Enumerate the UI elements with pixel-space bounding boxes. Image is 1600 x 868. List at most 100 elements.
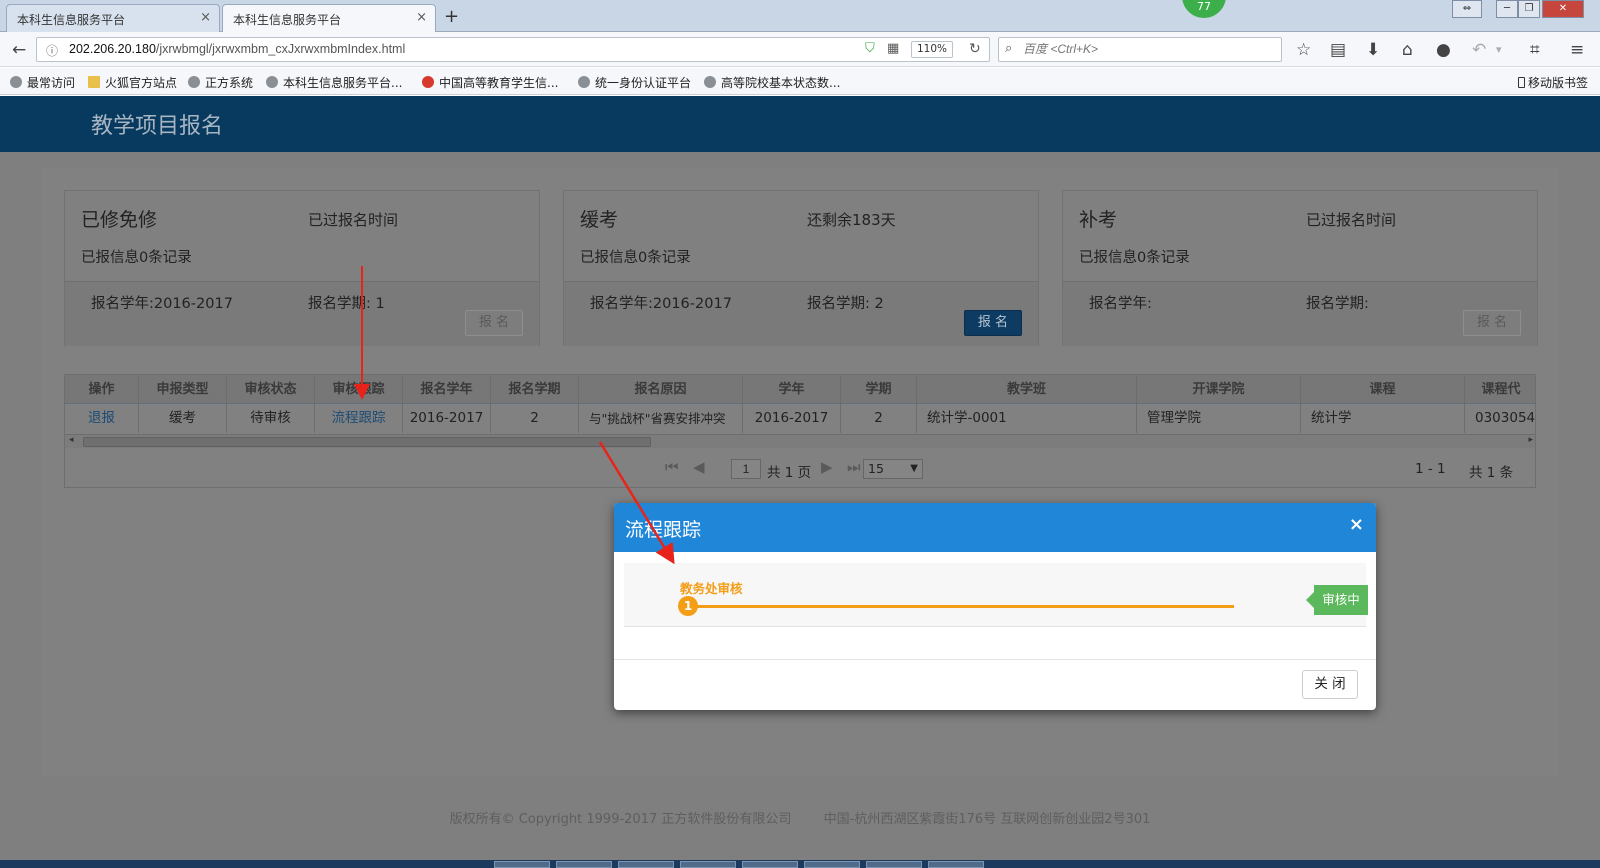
taskbar-item[interactable] [866, 861, 922, 868]
crop-icon[interactable]: ⌗ [1530, 40, 1540, 60]
search-box[interactable]: ⌕ [998, 37, 1282, 62]
new-tab-button[interactable]: + [444, 6, 459, 27]
maximize-window-icon[interactable]: ❐ [1518, 0, 1540, 18]
register-button[interactable]: 报 名 [465, 310, 523, 336]
chevron-down-icon[interactable]: ▾ [1496, 43, 1502, 56]
close-tab-icon[interactable]: × [200, 10, 211, 25]
reload-icon[interactable]: ↻ [969, 41, 981, 57]
globe-icon [188, 76, 200, 88]
zoom-level[interactable]: 110% [911, 41, 953, 58]
bookmark-mobile[interactable]: 移动版书签 [1518, 74, 1588, 91]
close-window-icon[interactable]: ✕ [1542, 0, 1584, 18]
card-footer: 报名学年:2016-2017 报名学期: 2 报 名 [564, 281, 1038, 346]
qr-code-icon[interactable]: ▦ [887, 41, 899, 56]
restore-browser-icon[interactable]: ⇔ [1452, 0, 1482, 18]
modal-title: 流程跟踪 [625, 519, 702, 541]
card-info: 已报信息0条记录 [81, 250, 192, 266]
bookmark-firefox-site[interactable]: 火狐官方站点 [88, 74, 177, 91]
card-exemption: 已修免修 已过报名时间 已报信息0条记录 报名学年:2016-2017 报名学期… [64, 190, 540, 346]
column-header[interactable]: 审核跟踪 [315, 375, 403, 404]
taskbar-item[interactable] [928, 861, 984, 868]
address-bar[interactable]: ⓘ 202.206.20.180/jxrwbmgl/jxrwxmbm_cxJxr… [36, 37, 990, 62]
page-number-input[interactable] [731, 459, 761, 479]
close-tab-icon[interactable]: × [416, 10, 427, 25]
register-button[interactable]: 报 名 [1463, 310, 1521, 336]
step-status-badge: 审核中 [1306, 585, 1368, 615]
withdraw-link[interactable]: 退报 [65, 404, 139, 433]
column-header[interactable]: 教学班 [917, 375, 1137, 404]
column-header[interactable]: 报名学年 [403, 375, 491, 404]
scrollbar-thumb[interactable] [83, 437, 651, 447]
search-input[interactable] [1023, 42, 1273, 56]
site-info-icon[interactable]: ⓘ [46, 42, 58, 59]
bookmark-college-status[interactable]: 高等院校基本状态数... [704, 74, 840, 91]
pagination: ⏮ ◀ 共 1 页 ▶ ⏭ 15 ▼ 1 - 1 共 1 条 [65, 453, 1535, 483]
last-page-icon[interactable]: ⏭ [847, 458, 861, 476]
page-size-value: 15 [868, 461, 884, 476]
tab-title: 本科生信息服务平台 [233, 13, 342, 27]
next-page-icon[interactable]: ▶ [821, 458, 833, 476]
chat-icon[interactable]: ● [1436, 40, 1451, 60]
column-header[interactable]: 审核状态 [227, 375, 315, 404]
first-page-icon[interactable]: ⏮ [665, 458, 679, 476]
chsi-icon [422, 76, 434, 88]
column-header[interactable]: 开课学院 [1137, 375, 1301, 404]
bookmark-undergrad-platform[interactable]: 本科生信息服务平台... [266, 74, 402, 91]
home-icon[interactable]: ⌂ [1402, 40, 1413, 60]
column-header[interactable]: 课程代 [1465, 375, 1535, 404]
table-cell: 统计学-0001 [917, 404, 1137, 433]
back-icon[interactable]: ← [12, 40, 26, 60]
reading-list-icon[interactable]: ▤ [1330, 40, 1346, 60]
bookmark-star-icon[interactable]: ☆ [1296, 40, 1311, 60]
column-header[interactable]: 报名学期 [491, 375, 579, 404]
page-size-select[interactable]: 15 ▼ [863, 459, 923, 479]
column-header[interactable]: 课程 [1301, 375, 1465, 404]
minimize-window-icon[interactable]: ─ [1496, 0, 1518, 18]
shield-icon[interactable]: ⛉ [865, 41, 875, 56]
bookmark-unified-auth[interactable]: 统一身份认证平台 [578, 74, 691, 91]
card-status: 已过报名时间 [308, 211, 399, 229]
process-tracking-link[interactable]: 流程跟踪 [315, 404, 403, 433]
close-icon[interactable]: × [1349, 514, 1364, 535]
table-cell: 缓考 [139, 404, 227, 433]
download-icon[interactable]: ⬇ [1366, 40, 1380, 60]
scroll-left-icon[interactable]: ◂ [69, 435, 74, 445]
bookmark-most-visited[interactable]: 最常访问 [10, 74, 75, 91]
column-header[interactable]: 申报类型 [139, 375, 227, 404]
column-header[interactable]: 学期 [841, 375, 917, 404]
browser-tab-1[interactable]: 本科生信息服务平台 × [6, 4, 220, 32]
horizontal-scrollbar[interactable]: ◂ ▸ [65, 434, 1535, 448]
column-header[interactable]: 操作 [65, 375, 139, 404]
column-header[interactable]: 报名原因 [579, 375, 743, 404]
table-header-row: 操作 申报类型 审核状态 审核跟踪 报名学年 报名学期 报名原因 学年 学期 教… [65, 375, 1535, 404]
taskbar-item[interactable] [494, 861, 550, 868]
bookmark-zhengfang[interactable]: 正方系统 [188, 74, 253, 91]
table-cell: 2016-2017 [743, 404, 841, 433]
browser-tab-2[interactable]: 本科生信息服务平台 × [222, 4, 436, 32]
taskbar-item[interactable] [804, 861, 860, 868]
close-button[interactable]: 关 闭 [1302, 670, 1358, 699]
taskbar-item[interactable] [618, 861, 674, 868]
bookmark-label: 火狐官方站点 [105, 76, 178, 90]
taskbar-item[interactable] [556, 861, 612, 868]
globe-icon [704, 76, 716, 88]
register-button[interactable]: 报 名 [964, 310, 1022, 336]
column-header[interactable]: 学年 [743, 375, 841, 404]
table-cell: 统计学 [1301, 404, 1465, 433]
scroll-right-icon[interactable]: ▸ [1528, 435, 1533, 445]
table-cell: 2 [491, 404, 579, 433]
bookmark-label: 统一身份认证平台 [595, 76, 692, 90]
card-title: 已修免修 [81, 209, 158, 231]
previous-page-icon[interactable]: ◀ [693, 458, 705, 476]
card-term: 报名学期: 2 [807, 296, 884, 312]
card-term: 报名学期: 1 [308, 296, 385, 312]
menu-icon[interactable]: ≡ [1570, 40, 1584, 60]
table-row[interactable]: 退报 缓考 待审核 流程跟踪 2016-2017 2 与"挑战杯"省赛安排冲突 … [65, 404, 1535, 433]
bookmark-chsi[interactable]: 中国高等教育学生信... [422, 74, 558, 91]
undo-icon[interactable]: ↶ [1472, 40, 1486, 60]
bookmark-label: 中国高等教育学生信... [439, 76, 559, 90]
step-progress-line [686, 605, 1234, 608]
url-host: 202.206.20.180 [69, 42, 156, 56]
taskbar-item[interactable] [742, 861, 798, 868]
taskbar-item[interactable] [680, 861, 736, 868]
